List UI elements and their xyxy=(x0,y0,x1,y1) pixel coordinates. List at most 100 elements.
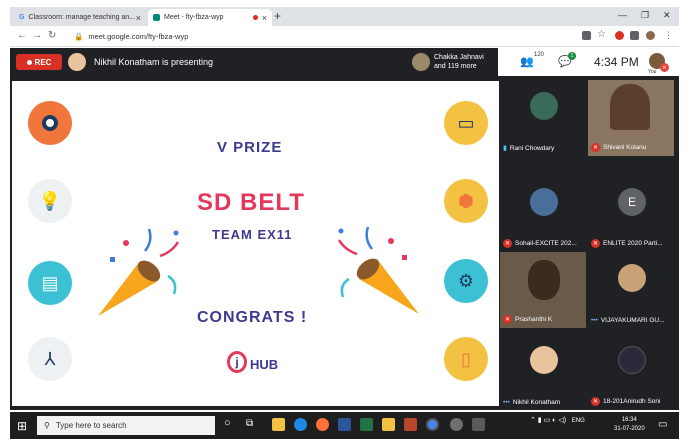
participant-tile[interactable]: ✕ 18-201Anirudh Soni xyxy=(588,334,674,410)
chat-badge: 1 xyxy=(568,52,576,60)
participant-name: Prashanthi K xyxy=(515,316,553,323)
record-dot-icon xyxy=(26,59,32,65)
tab-title: Classroom: manage teaching an... xyxy=(28,14,136,21)
participant-name: ENLITE 2020 Parti... xyxy=(603,240,663,247)
firefox-icon[interactable] xyxy=(316,418,329,431)
avatar xyxy=(618,264,646,292)
participant-name: Sohail-EXCITE 202... xyxy=(515,240,577,247)
cortana-icon[interactable]: ○ xyxy=(224,417,231,429)
hub-logo-text: HUB xyxy=(250,357,279,372)
mic-off-icon: ✕ xyxy=(503,239,512,248)
avatar xyxy=(530,346,558,374)
search-placeholder: Type here to search xyxy=(55,421,127,430)
date: 31-07-2020 xyxy=(614,426,645,432)
excel-icon[interactable] xyxy=(360,418,373,431)
language-label[interactable]: ENG xyxy=(572,418,585,424)
word-icon[interactable] xyxy=(338,418,351,431)
back-icon[interactable]: ← xyxy=(17,30,27,41)
recording-badge: REC xyxy=(16,54,62,70)
presenter-avatar xyxy=(68,53,86,71)
participant-name: VIJAYAKUMARI GU... xyxy=(600,317,665,324)
address-bar[interactable]: 🔒 meet.google.com/fty-fbza-wyp xyxy=(74,29,554,44)
chrome-icon[interactable] xyxy=(426,418,439,431)
extension-icon[interactable] xyxy=(615,31,624,40)
mic-off-icon: ✕ xyxy=(503,315,512,324)
reload-icon[interactable]: ↻ xyxy=(48,30,56,41)
puzzle-icon[interactable] xyxy=(630,31,639,40)
compass-icon: ⅄ xyxy=(28,337,72,381)
participant-tile[interactable]: ▮ Rani Chowdary xyxy=(500,80,586,156)
presentation-slide: 💡 ▤ ⅄ ▭ ⬢ ⚙ ▯ V PRIZE SD BELT TEAM EX11 … xyxy=(12,81,499,406)
participant-name: Shivani Kolanu xyxy=(603,144,647,151)
participant-tile[interactable]: ✕ Sohail-EXCITE 202... xyxy=(500,176,586,252)
participants-summary: Chakka Jahnavi and 119 more xyxy=(434,53,484,71)
window-close-icon[interactable]: ✕ xyxy=(663,10,671,21)
powerpoint-icon[interactable] xyxy=(404,418,417,431)
presentation-board-icon: ▤ xyxy=(28,261,72,305)
app-icon[interactable] xyxy=(450,418,463,431)
participant-name: Nikhil Konatham xyxy=(512,399,561,406)
presenter-text: Nikhil Konatham is presenting xyxy=(94,57,214,67)
slide-line-prize: V PRIZE xyxy=(217,139,283,156)
self-label: You xyxy=(648,69,657,75)
taskbar-search[interactable]: ⚲ Type here to search xyxy=(37,416,215,435)
windows-start-icon[interactable]: ⊞ xyxy=(17,419,27,433)
notification-icon[interactable]: ▭ xyxy=(658,419,667,430)
forward-icon[interactable]: → xyxy=(32,30,42,41)
minimize-icon[interactable]: — xyxy=(618,10,627,20)
participant-tile[interactable]: ••• VIJAYAKUMARI GU... xyxy=(588,252,674,328)
people-icon[interactable]: 👥 xyxy=(520,55,534,68)
participant-tile[interactable]: ✕ Shivani Kolanu xyxy=(588,80,674,156)
participant-tile[interactable]: ••• Nikhil Konatham xyxy=(500,334,586,410)
video-feed xyxy=(528,260,560,300)
hub-logo-mark: j xyxy=(227,351,247,373)
participant-name: Chakka Jahnavi xyxy=(434,54,484,61)
system-tray: ⌃ ▮ ▭ ◐ ◁) ENG xyxy=(530,416,585,424)
camera-icon[interactable] xyxy=(582,31,591,40)
close-icon[interactable]: × xyxy=(262,13,267,23)
cube-icon: ⬢ xyxy=(444,179,488,223)
gear-icon: ⚙ xyxy=(444,259,488,303)
app-icon[interactable] xyxy=(472,418,485,431)
maximize-icon[interactable]: ❐ xyxy=(641,10,649,21)
avatar xyxy=(530,92,558,120)
recording-dot-icon xyxy=(252,15,258,20)
google-g-icon: G xyxy=(19,14,25,21)
search-icon: ⚲ xyxy=(44,421,50,430)
new-tab-button[interactable]: + xyxy=(274,9,281,23)
slide-line-title: SD BELT xyxy=(197,189,305,216)
audio-level-icon: ▮ xyxy=(503,145,507,152)
file-explorer-icon[interactable] xyxy=(272,418,285,431)
profile-icon[interactable] xyxy=(646,31,655,40)
folder-icon[interactable] xyxy=(382,418,395,431)
close-icon[interactable]: × xyxy=(136,13,141,23)
edge-icon[interactable] xyxy=(294,418,307,431)
participant-tile[interactable]: ✕ Prashanthi K xyxy=(500,252,586,328)
tab-meet[interactable]: Meet - fty-fbza-wyp × xyxy=(148,9,272,26)
rec-label: REC xyxy=(34,57,52,67)
tab-classroom[interactable]: G Classroom: manage teaching an... × xyxy=(14,9,146,26)
mic-off-icon: ✕ xyxy=(591,397,600,406)
menu-dots-icon[interactable]: ⋮ xyxy=(664,30,673,41)
participant-name: 18-201Anirudh Soni xyxy=(603,398,661,405)
meet-top-bar: 👥 120 💬 1 4:34 PM You ✕ xyxy=(498,48,679,76)
tray-icons[interactable]: ⌃ ▮ ▭ ◐ ◁) xyxy=(530,417,566,424)
address-row: ← → ↻ 🔒 meet.google.com/fty-fbza-wyp ☆ ⋮ xyxy=(10,26,679,47)
participant-tile[interactable]: E ✕ ENLITE 2020 Parti... xyxy=(588,176,674,252)
star-icon[interactable]: ☆ xyxy=(597,29,606,40)
monitor-icon: ▭ xyxy=(444,101,488,145)
self-mic-off-icon: ✕ xyxy=(660,63,669,72)
dots-icon: ••• xyxy=(503,399,510,406)
taskbar: ⊞ ⚲ Type here to search ○ ⧉ ⌃ ▮ ▭ ◐ ◁) E… xyxy=(10,412,679,439)
participant-more: and 119 more xyxy=(434,63,477,70)
lightbulb-icon: 💡 xyxy=(28,179,72,223)
task-view-icon[interactable]: ⧉ xyxy=(246,418,253,429)
avatar xyxy=(530,188,558,216)
tablet-icon: ▯ xyxy=(444,337,488,381)
lock-icon: 🔒 xyxy=(74,32,84,41)
taskbar-clock[interactable]: 16:34 31-07-2020 xyxy=(614,416,645,434)
meet-window: REC Nikhil Konatham is presenting Chakka… xyxy=(10,48,679,410)
participant-name: Rani Chowdary xyxy=(509,144,555,152)
meeting-clock: 4:34 PM xyxy=(594,55,639,69)
tab-title: Meet - fty-fbza-wyp xyxy=(164,14,224,21)
